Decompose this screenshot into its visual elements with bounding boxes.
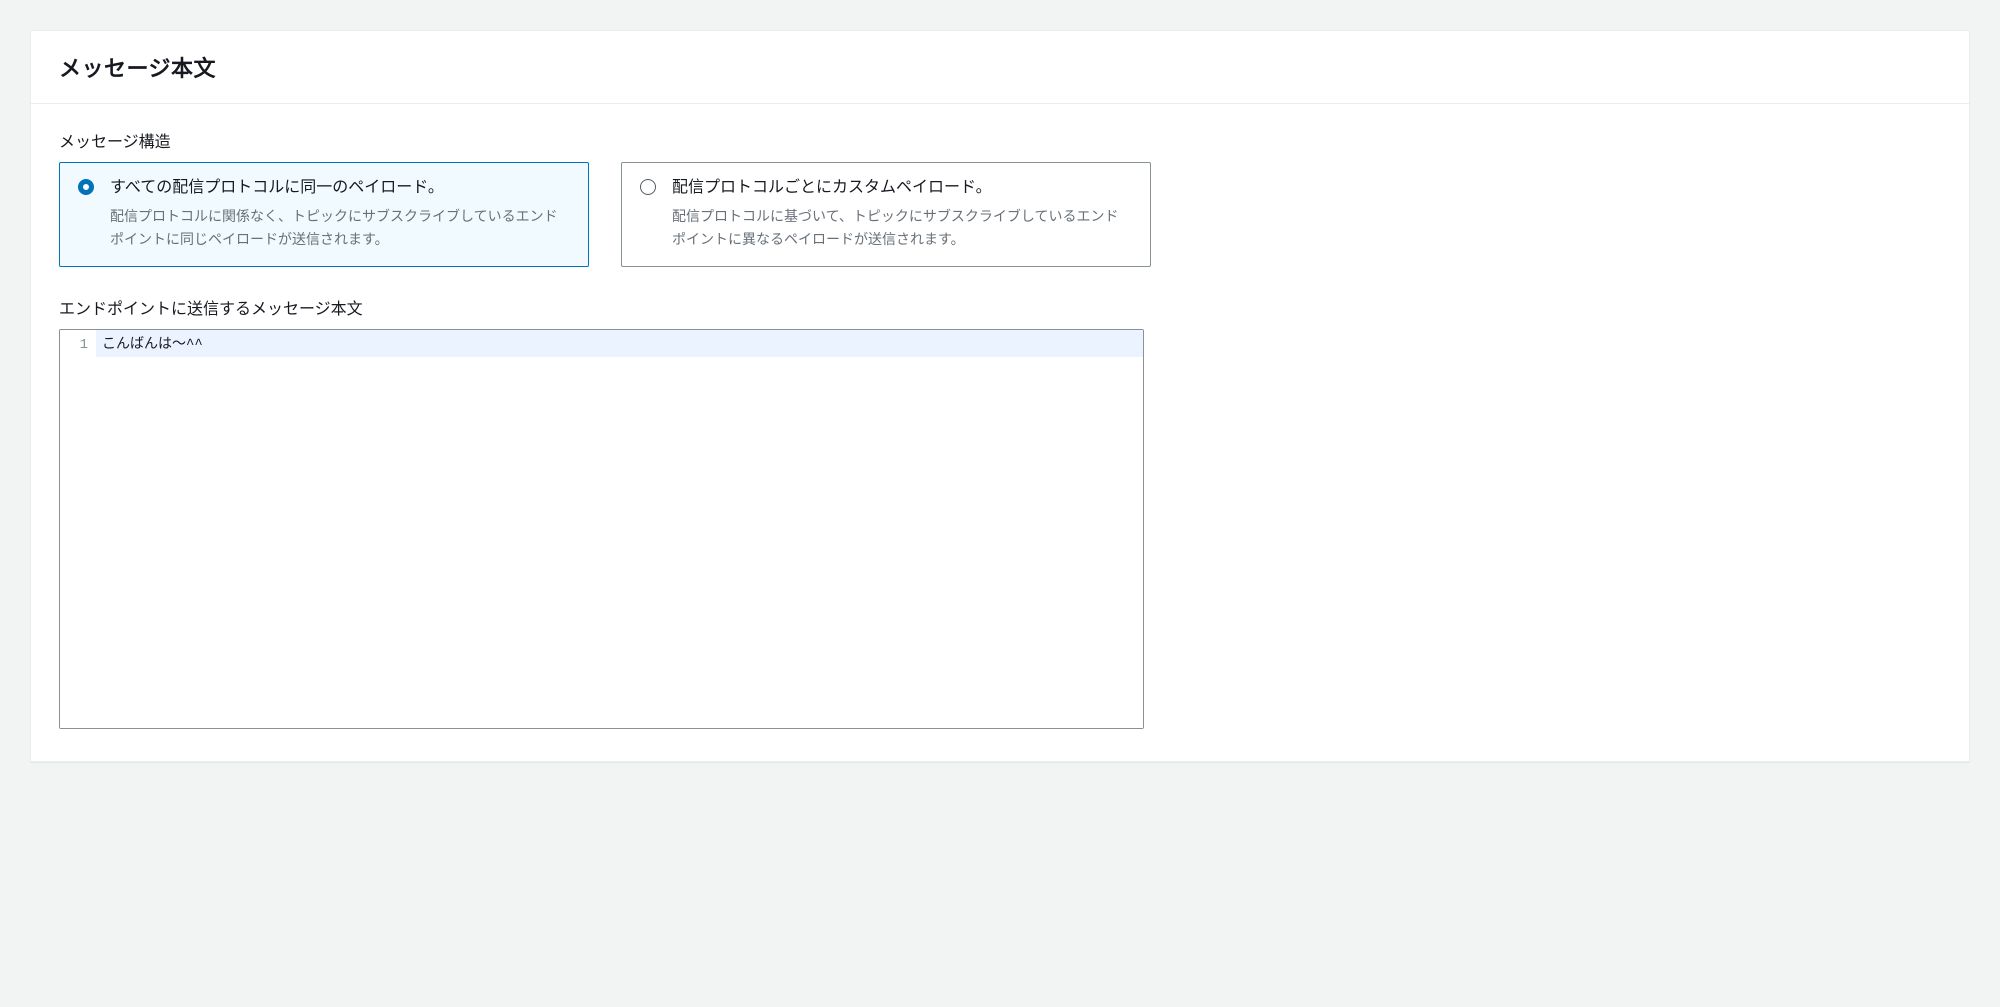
radio-indicator-icon [78, 179, 94, 195]
radio-identical-description: 配信プロトコルに関係なく、トピックにサブスクライブしているエンドポイントに同じペ… [110, 205, 570, 250]
editor-gutter: 1 [60, 330, 96, 728]
radio-identical-title: すべての配信プロトコルに同一のペイロード。 [110, 177, 570, 199]
radio-identical-payload[interactable]: すべての配信プロトコルに同一のペイロード。 配信プロトコルに関係なく、トピックに… [59, 162, 589, 267]
message-structure-label: メッセージ構造 [59, 128, 1941, 152]
panel-body: メッセージ構造 すべての配信プロトコルに同一のペイロード。 配信プロトコルに関係… [31, 104, 1969, 761]
editor-content[interactable]: こんばんは〜^^ [96, 330, 1143, 728]
radio-custom-title: 配信プロトコルごとにカスタムペイロード。 [672, 177, 1132, 199]
panel-header: メッセージ本文 [31, 31, 1969, 104]
radio-indicator-icon [640, 179, 656, 195]
panel-title: メッセージ本文 [59, 51, 1941, 83]
radio-custom-payload[interactable]: 配信プロトコルごとにカスタムペイロード。 配信プロトコルに基づいて、トピックにサ… [621, 162, 1151, 267]
line-number: 1 [64, 334, 88, 356]
radio-custom-description: 配信プロトコルに基づいて、トピックにサブスクライブしているエンドポイントに異なる… [672, 205, 1132, 250]
message-body-panel: メッセージ本文 メッセージ構造 すべての配信プロトコルに同一のペイロード。 配信… [30, 30, 1970, 762]
message-structure-radio-group: すべての配信プロトコルに同一のペイロード。 配信プロトコルに関係なく、トピックに… [59, 162, 1941, 267]
message-body-label: エンドポイントに送信するメッセージ本文 [59, 295, 1941, 319]
message-body-editor[interactable]: 1 こんばんは〜^^ [59, 329, 1144, 729]
